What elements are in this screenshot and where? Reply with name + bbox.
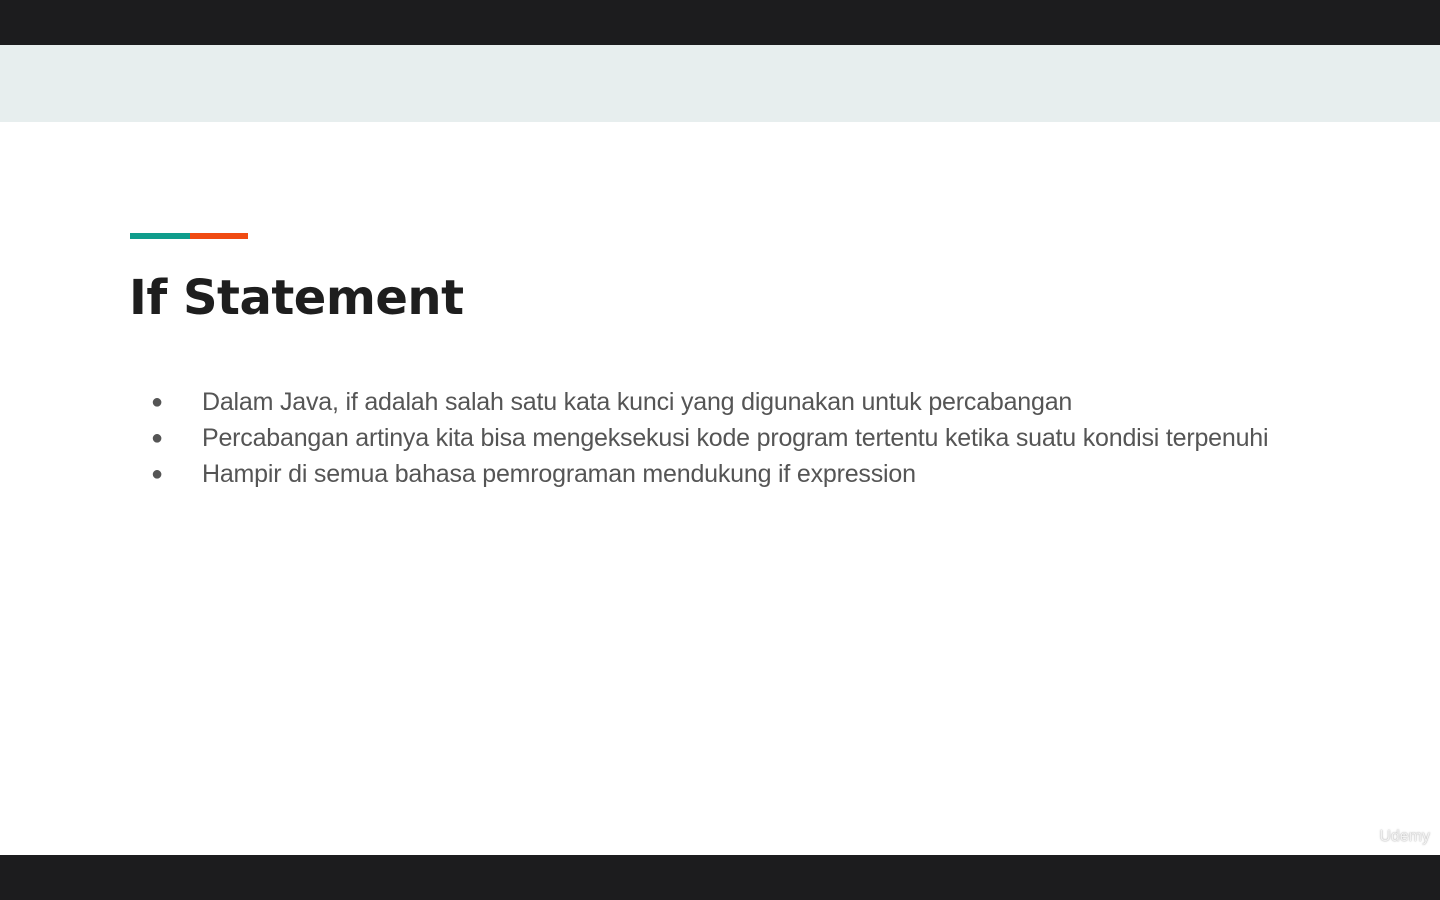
video-letterbox-bottom — [0, 855, 1440, 900]
bullet-icon: ● — [151, 390, 164, 413]
slide-header-band — [0, 45, 1440, 122]
presentation-slide: If Statement ● Dalam Java, if adalah sal… — [0, 45, 1440, 855]
title-accent-bar — [130, 233, 248, 239]
accent-bar-teal — [130, 233, 190, 239]
slide-title: If Statement — [129, 270, 464, 326]
bullet-icon: ● — [151, 462, 164, 485]
bullet-item: ● Hampir di semua bahasa pemrograman men… — [150, 456, 1268, 492]
bullet-item: ● Percabangan artinya kita bisa mengekse… — [150, 420, 1269, 456]
accent-bar-orange — [190, 233, 248, 239]
bullet-text: Hampir di semua bahasa pemrograman mendu… — [202, 459, 916, 488]
bullet-text: Percabangan artinya kita bisa mengekseku… — [202, 423, 1269, 452]
bullet-item: ● Dalam Java, if adalah salah satu kata … — [150, 384, 1268, 420]
udemy-watermark-logo: Udemy — [1379, 828, 1430, 845]
video-letterbox-top — [0, 0, 1440, 45]
bullet-icon: ● — [151, 426, 164, 449]
bullet-text: Dalam Java, if adalah salah satu kata ku… — [202, 387, 1073, 416]
bullet-list: ● Dalam Java, if adalah salah satu kata … — [150, 384, 1269, 492]
